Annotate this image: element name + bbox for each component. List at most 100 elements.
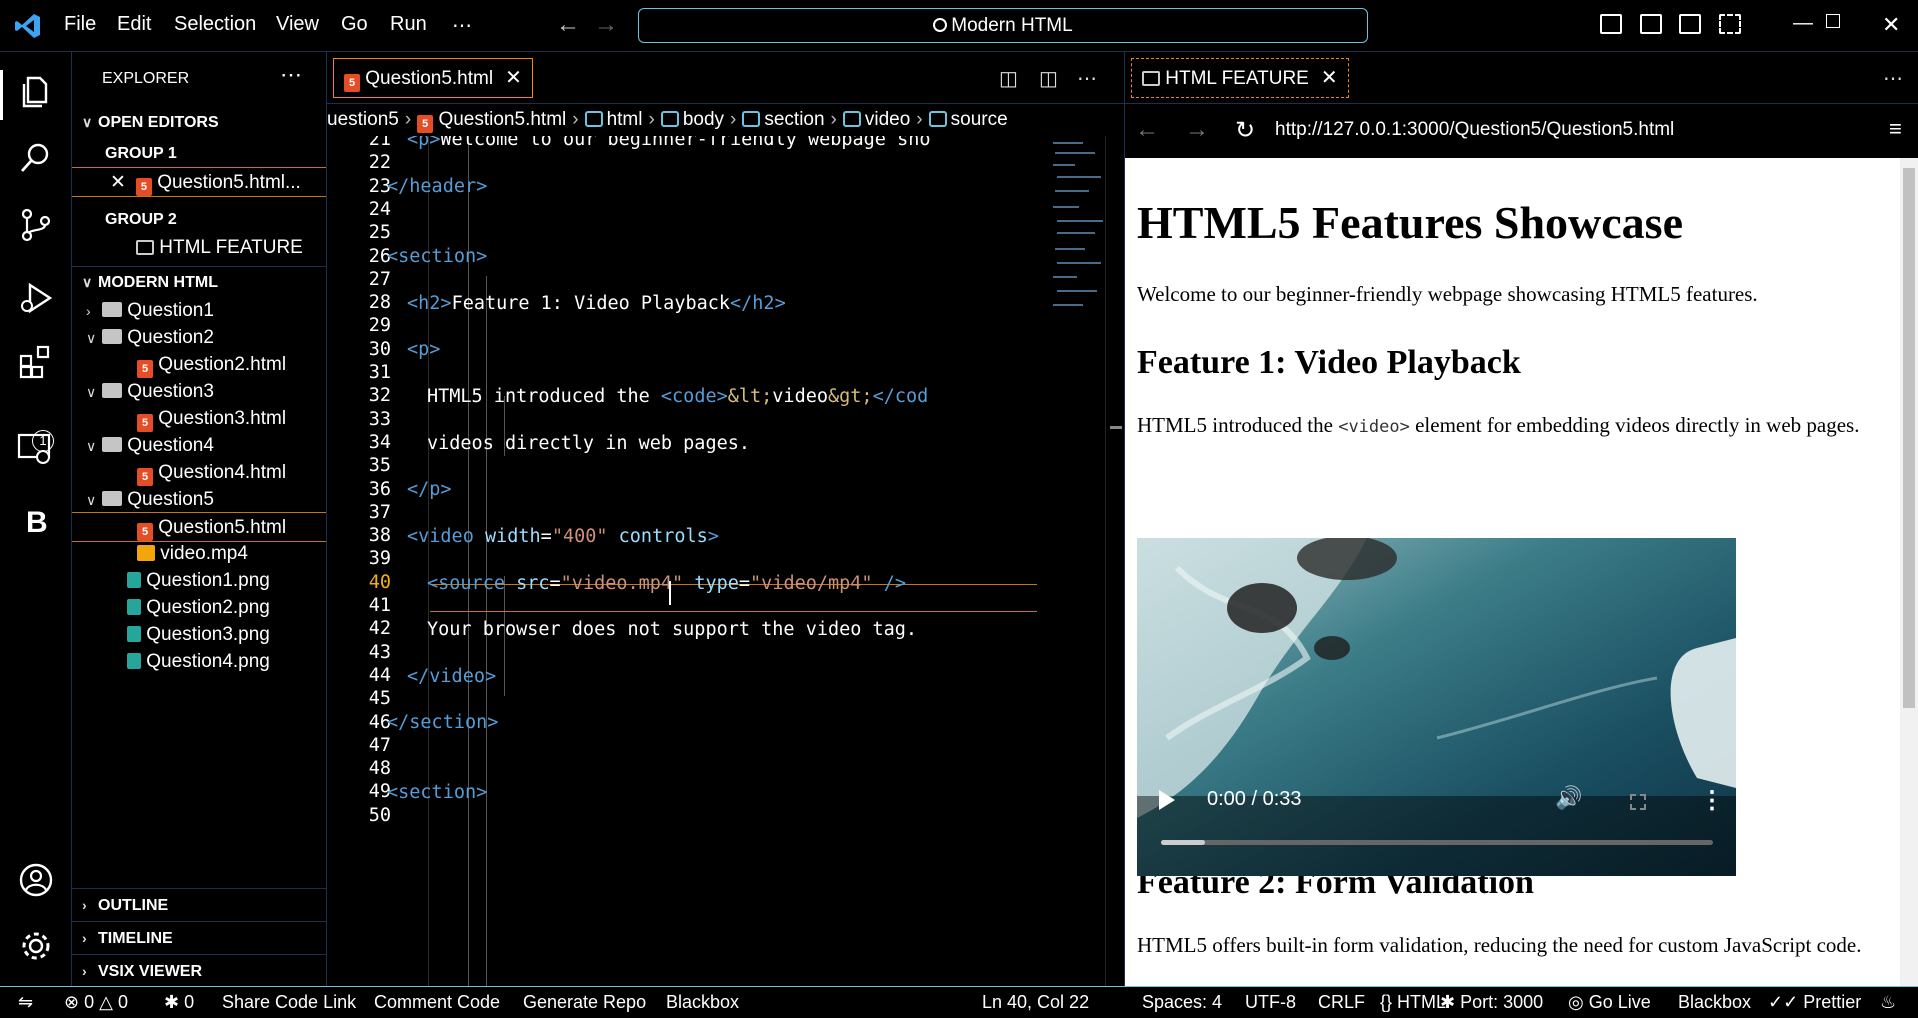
tree-folder-question4[interactable]: ∨ Question4 [72, 431, 326, 461]
back-arrow-icon[interactable]: ← [556, 11, 580, 39]
menu-go[interactable]: Go [341, 13, 368, 36]
source-control-icon[interactable] [18, 207, 54, 243]
tab-question5-html[interactable]: 5 Question5.html ✕ [333, 58, 533, 98]
remote-explorer-icon[interactable] [16, 430, 52, 466]
blackbox-left[interactable]: Blackbox [666, 987, 739, 1017]
tree-folder-question3[interactable]: ∨ Question3 [72, 377, 326, 407]
editor-scrollbar[interactable] [1105, 136, 1125, 986]
tree-folder-question5[interactable]: ∨ Question5 [72, 485, 326, 515]
timeline-section[interactable]: › TIMELINE [72, 921, 326, 953]
accounts-icon[interactable] [18, 862, 54, 898]
blackbox-icon[interactable]: B [26, 506, 62, 542]
breadcrumb-file[interactable]: Question5.html [438, 109, 566, 130]
breadcrumb-source[interactable]: source [951, 109, 1008, 130]
explorer-more-icon[interactable]: ⋯ [280, 62, 302, 88]
menu-file[interactable]: File [64, 13, 96, 36]
comment-code[interactable]: Comment Code [374, 987, 500, 1017]
tree-file-video-mp4[interactable]: video.mp4 [72, 539, 326, 569]
tree-file-question3-png[interactable]: Question3.png [72, 620, 326, 650]
toggle-primary-sidebar-icon[interactable] [1600, 14, 1622, 34]
customize-layout-icon[interactable] [1719, 14, 1741, 34]
breadcrumb-video[interactable]: video [865, 109, 910, 130]
ports-indicator[interactable]: ✱ 0 [164, 987, 194, 1017]
outline-section[interactable]: › OUTLINE [72, 888, 326, 920]
extensions-icon[interactable] [18, 344, 54, 380]
open-editor-html-feature[interactable]: HTML FEATURE [72, 233, 326, 263]
open-editor-question5[interactable]: ✕ 5 Question5.html... [72, 167, 326, 197]
go-live[interactable]: ◎ Go Live [1568, 987, 1651, 1017]
open-editors-header[interactable]: ∨ OPEN EDITORS [72, 107, 326, 137]
scrollbar-thumb[interactable] [1903, 168, 1915, 708]
minimize-icon[interactable]: — [1793, 12, 1813, 35]
tree-file-question2-html[interactable]: 5 Question2.html [72, 350, 326, 380]
menu-edit[interactable]: Edit [117, 13, 151, 36]
split-editor-icon[interactable]: ◫ [1039, 66, 1058, 91]
tree-file-question4-html[interactable]: 5 Question4.html [72, 458, 326, 488]
remote-icon[interactable]: ⇋ [18, 987, 33, 1017]
search-view-icon[interactable] [18, 140, 54, 176]
menu-view[interactable]: View [276, 13, 319, 36]
tree-file-question3-html[interactable]: 5 Question3.html [72, 404, 326, 434]
menu-run[interactable]: Run [390, 13, 427, 36]
code-editor[interactable]: 21 22 23 24 25 26 27 28 29 30 31 32 33 34 35 36 37 38 39 40… [327, 136, 1125, 986]
tree-file-question5-html[interactable]: 5 Question5.html [72, 512, 326, 542]
menu-more[interactable]: ⋯ [452, 13, 472, 38]
more-options-icon[interactable]: ⋮ [1700, 786, 1724, 815]
settings-gear-icon[interactable] [18, 928, 54, 964]
preview-more-icon[interactable]: ⋯ [1883, 66, 1903, 91]
breadcrumb-body[interactable]: body [683, 109, 724, 130]
generate-repo[interactable]: Generate Repo [523, 987, 646, 1017]
problems-indicator[interactable]: ⊗ 0 △ 0 [64, 987, 128, 1017]
tree-folder-question2[interactable]: ∨ Question2 [72, 323, 326, 353]
cursor-position[interactable]: Ln 40, Col 22 [982, 987, 1089, 1017]
back-arrow-icon[interactable]: ← [1135, 116, 1159, 144]
language-mode[interactable]: {} HTML [1380, 987, 1446, 1017]
encoding[interactable]: UTF-8 [1245, 987, 1296, 1017]
toggle-panel-icon[interactable] [1640, 14, 1662, 34]
fullscreen-icon[interactable] [1630, 794, 1646, 810]
video-progress-fill [1161, 840, 1206, 845]
play-icon[interactable] [1159, 790, 1175, 810]
hamburger-menu-icon[interactable]: ≡ [1889, 116, 1902, 142]
url-bar[interactable]: http://127.0.0.1:3000/Question5/Question… [1275, 119, 1674, 141]
tree-file-question2-png[interactable]: Question2.png [72, 593, 326, 623]
workspace-header[interactable]: ∨ MODERN HTML [72, 266, 326, 296]
vsix-viewer-section[interactable]: › VSIX VIEWER [72, 954, 326, 986]
live-server-port[interactable]: ✱ Port: 3000 [1440, 987, 1543, 1017]
close-icon[interactable]: ✕ [110, 172, 126, 193]
close-icon[interactable]: ✕ [1321, 67, 1338, 89]
indentation[interactable]: Spaces: 4 [1142, 987, 1222, 1017]
forward-arrow-icon[interactable]: → [594, 11, 618, 39]
tree-file-question1-png[interactable]: Question1.png [72, 566, 326, 596]
tab-html-feature[interactable]: HTML FEATURE ✕ [1131, 58, 1349, 98]
reload-icon[interactable]: ↻ [1235, 116, 1255, 145]
close-icon[interactable]: ✕ [505, 67, 522, 89]
video-progress-track[interactable] [1161, 840, 1713, 845]
preview-scrollbar[interactable] [1900, 158, 1918, 986]
close-window-icon[interactable]: ✕ [1882, 12, 1900, 38]
share-code-link[interactable]: Share Code Link [222, 987, 356, 1017]
editor-more-icon[interactable]: ⋯ [1077, 66, 1097, 91]
open-preview-icon[interactable]: ◫ [999, 66, 1018, 91]
forward-arrow-icon[interactable]: → [1185, 116, 1209, 144]
run-debug-icon[interactable] [18, 280, 54, 316]
preview-page[interactable]: HTML5 Features Showcase Welcome to our b… [1125, 158, 1918, 986]
breadcrumb-html[interactable]: html [607, 109, 643, 130]
notifications-bell-icon[interactable]: ♨ [1880, 987, 1896, 1017]
tree-file-question4-png[interactable]: Question4.png [72, 647, 326, 677]
breadcrumb-section[interactable]: section [764, 109, 824, 130]
restore-icon[interactable] [1826, 14, 1840, 28]
breadcrumb-folder[interactable]: uestion5 [327, 109, 399, 130]
command-center-search[interactable]: Modern HTML [638, 8, 1368, 43]
minimap[interactable] [1047, 136, 1107, 986]
menu-selection[interactable]: Selection [174, 13, 256, 36]
volume-icon[interactable]: 🔊 [1555, 786, 1582, 811]
scrollbar-thumb[interactable] [1110, 426, 1122, 429]
tree-folder-question1[interactable]: › Question1 [72, 296, 326, 326]
toggle-secondary-sidebar-icon[interactable] [1679, 14, 1701, 34]
end-of-line[interactable]: CRLF [1318, 987, 1365, 1017]
prettier[interactable]: ✓✓ Prettier [1768, 987, 1861, 1017]
blackbox-right[interactable]: Blackbox [1678, 987, 1751, 1017]
video-player[interactable]: 0:00 / 0:33 🔊 ⋮ [1137, 538, 1736, 876]
explorer-icon[interactable] [18, 74, 54, 110]
